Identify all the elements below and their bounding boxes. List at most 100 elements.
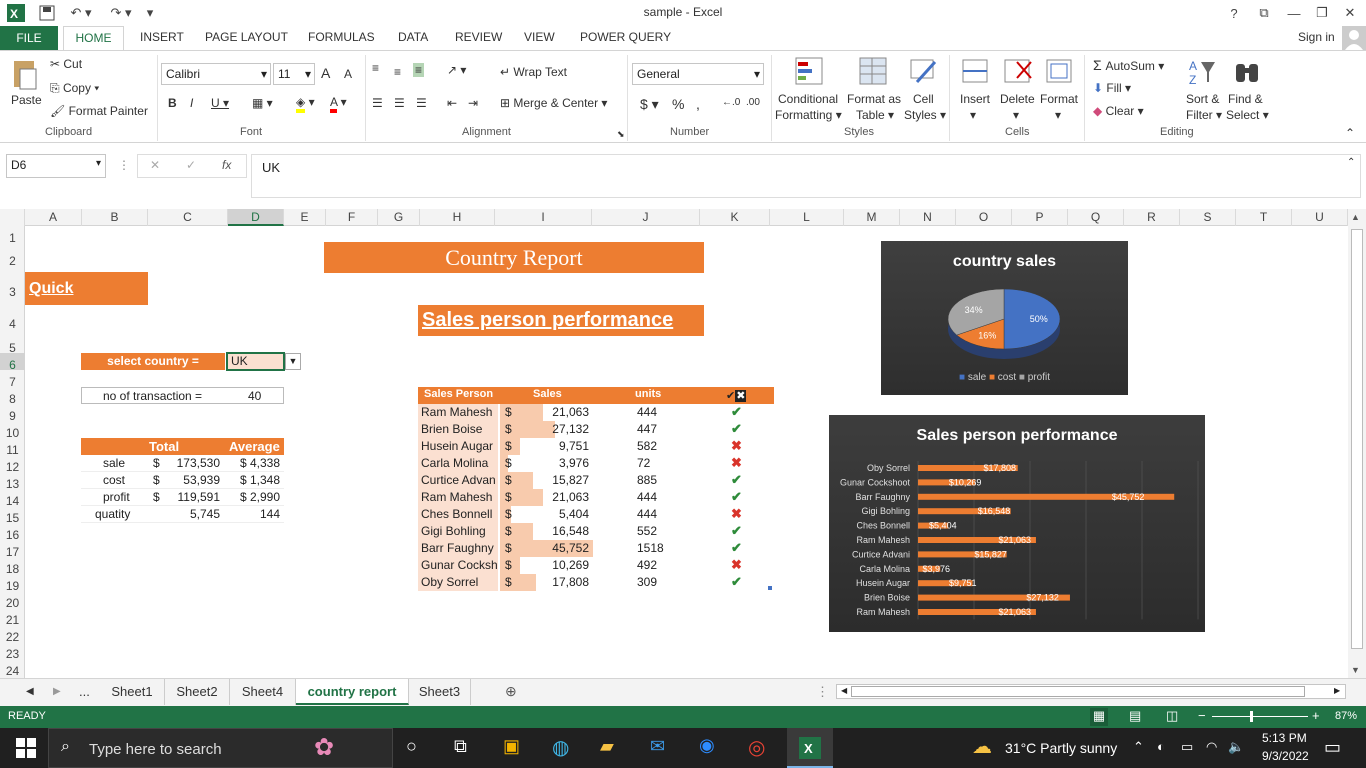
- bold-button[interactable]: B: [168, 96, 177, 110]
- store-icon[interactable]: ▣: [503, 736, 520, 757]
- cut-button[interactable]: ✂ Cut: [50, 57, 82, 71]
- delete-dropdown-icon[interactable]: ▾: [1013, 108, 1019, 122]
- new-sheet-icon[interactable]: ⊕: [505, 683, 517, 700]
- tab-data[interactable]: DATA: [398, 30, 428, 44]
- customize-toolbar-icon[interactable]: ▾: [142, 3, 158, 23]
- ribbon-display-icon[interactable]: ⧉: [1256, 3, 1272, 23]
- font-color-icon[interactable]: A ▾: [330, 95, 347, 113]
- formatting-label[interactable]: Formatting ▾: [775, 108, 842, 122]
- page-layout-view-icon[interactable]: ▤: [1129, 708, 1141, 724]
- scroll-left-icon[interactable]: ◀: [841, 686, 847, 695]
- column-header[interactable]: G: [378, 209, 420, 226]
- column-header[interactable]: N: [900, 209, 956, 226]
- insert-function-icon[interactable]: fx: [222, 158, 231, 172]
- sheet-tab[interactable]: Sheet2: [165, 679, 230, 705]
- column-header[interactable]: B: [82, 209, 148, 226]
- align-right-icon[interactable]: ☰: [416, 96, 427, 110]
- sort-label[interactable]: Sort &: [1186, 92, 1219, 106]
- column-header[interactable]: U: [1292, 209, 1348, 226]
- prev-sheet-icon[interactable]: ◀: [26, 686, 34, 697]
- clock-date[interactable]: 9/3/2022: [1262, 749, 1309, 763]
- format-cells-button[interactable]: Format: [1040, 92, 1078, 106]
- next-sheet-icon[interactable]: ▶: [53, 686, 61, 697]
- redo-icon[interactable]: ↷ ▾: [106, 3, 136, 23]
- sheet-tab[interactable]: Sheet1: [100, 679, 165, 705]
- column-header[interactable]: I: [495, 209, 592, 226]
- worksheet[interactable]: Country Report Quick summary Sales perso…: [25, 226, 1348, 678]
- font-name-select[interactable]: Calibri ▾: [161, 63, 271, 85]
- row-header[interactable]: 2: [0, 243, 25, 271]
- edge-icon[interactable]: ◍: [552, 735, 569, 760]
- sheet-tab[interactable]: Sheet4: [230, 679, 296, 705]
- select-label[interactable]: Select ▾: [1226, 108, 1269, 122]
- align-left-icon[interactable]: ☰: [372, 96, 383, 110]
- row-header[interactable]: 17: [0, 540, 25, 559]
- tab-page-layout[interactable]: PAGE LAYOUT: [205, 30, 288, 44]
- increase-font-icon[interactable]: A: [321, 65, 330, 81]
- font-size-select[interactable]: 11 ▾: [273, 63, 315, 85]
- row-header[interactable]: 23: [0, 642, 25, 661]
- tab-power-query[interactable]: POWER QUERY: [580, 30, 671, 44]
- country-sales-chart[interactable]: country sales 50% 16% 34% ■ sale ■ cost ■ …: [881, 241, 1128, 395]
- row-header[interactable]: 6: [0, 353, 25, 372]
- weather-icon[interactable]: ☁: [972, 734, 992, 759]
- tab-insert[interactable]: INSERT: [140, 30, 184, 44]
- minimize-icon[interactable]: —: [1286, 3, 1302, 23]
- collapse-ribbon-icon[interactable]: ⌃: [1345, 126, 1355, 140]
- meet-now-icon[interactable]: ◐: [1157, 739, 1165, 754]
- zoom-in-icon[interactable]: +: [1312, 708, 1320, 723]
- insert-dropdown-icon[interactable]: ▾: [970, 108, 976, 122]
- format-painter-button[interactable]: 🖌 Format Painter: [50, 104, 148, 118]
- align-top-icon[interactable]: ≡: [372, 61, 379, 75]
- scroll-up-icon[interactable]: ▲: [1351, 212, 1360, 222]
- row-header[interactable]: 24: [0, 659, 25, 678]
- normal-view-icon[interactable]: ▦: [1090, 708, 1108, 726]
- name-box[interactable]: D6 ▾: [6, 154, 106, 178]
- sign-in-link[interactable]: Sign in: [1298, 30, 1335, 44]
- row-header[interactable]: 12: [0, 455, 25, 474]
- row-header[interactable]: 19: [0, 574, 25, 593]
- row-header[interactable]: 9: [0, 404, 25, 423]
- windows-start-icon[interactable]: [14, 736, 38, 760]
- percent-icon[interactable]: %: [672, 96, 684, 112]
- sheet-tab[interactable]: country report: [296, 679, 409, 705]
- save-icon[interactable]: [36, 3, 58, 23]
- row-header[interactable]: 18: [0, 557, 25, 576]
- horizontal-scrollbar[interactable]: ◀ ▶: [836, 684, 1346, 699]
- autosum-button[interactable]: Σ AutoSum ▾: [1093, 57, 1164, 73]
- column-header[interactable]: P: [1012, 209, 1068, 226]
- increase-decimal-icon[interactable]: ←.0: [722, 97, 740, 108]
- help-icon[interactable]: ?: [1226, 3, 1242, 23]
- dropdown-arrow-icon[interactable]: ▼: [285, 353, 301, 370]
- format-as-label[interactable]: Format as: [847, 92, 901, 106]
- battery-icon[interactable]: ▭: [1181, 739, 1193, 755]
- row-header[interactable]: 11: [0, 438, 25, 457]
- cancel-icon[interactable]: ✕: [150, 158, 160, 172]
- column-header[interactable]: L: [770, 209, 844, 226]
- row-header[interactable]: 1: [0, 226, 25, 245]
- clock-time[interactable]: 5:13 PM: [1262, 731, 1307, 745]
- table-label[interactable]: Table ▾: [856, 108, 894, 122]
- paste-icon[interactable]: [10, 57, 40, 93]
- row-header[interactable]: 21: [0, 608, 25, 627]
- page-break-view-icon[interactable]: ◫: [1166, 708, 1178, 724]
- wifi-icon[interactable]: ◠: [1206, 739, 1217, 755]
- sheet-tab[interactable]: Sheet3: [409, 679, 471, 705]
- column-header[interactable]: F: [326, 209, 378, 226]
- tab-formulas[interactable]: FORMULAS: [308, 30, 375, 44]
- alignment-launcher-icon[interactable]: ⬊: [617, 129, 625, 140]
- taskbar-search[interactable]: ⌕ Type here to search ✿: [48, 728, 393, 768]
- tab-review[interactable]: REVIEW: [455, 30, 502, 44]
- file-explorer-icon[interactable]: ▰: [600, 736, 614, 757]
- format-dropdown-icon[interactable]: ▾: [1055, 108, 1061, 122]
- select-country-cell[interactable]: UK: [226, 352, 285, 371]
- decrease-decimal-icon[interactable]: .00: [746, 97, 760, 108]
- row-header[interactable]: 15: [0, 506, 25, 525]
- increase-indent-icon[interactable]: ⇥: [468, 96, 478, 110]
- zoom-slider-thumb[interactable]: [1250, 711, 1253, 722]
- enter-icon[interactable]: ✓: [186, 158, 196, 172]
- resize-handle-icon[interactable]: [768, 586, 772, 590]
- excel-taskbar-button[interactable]: X: [787, 728, 833, 768]
- column-header[interactable]: A: [25, 209, 82, 226]
- fill-color-icon[interactable]: ◈ ▾: [296, 95, 315, 113]
